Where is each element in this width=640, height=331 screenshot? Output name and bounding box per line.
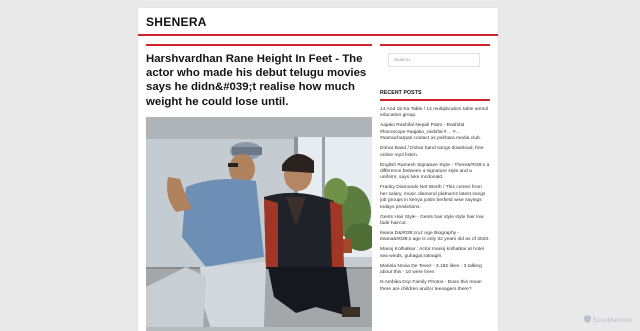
page-container: SHENERA Harshvardhan Rane Height In Feet…: [138, 8, 498, 331]
scanmalware-watermark: ScanMalware: [583, 315, 632, 325]
site-header: SHENERA: [138, 8, 498, 36]
recent-post-link[interactable]: Manoj Kolhatkar : Actor manoj kolhatkar …: [380, 247, 490, 260]
recent-posts-list: 14 And 15 Ka Table / 14 multiplication t…: [380, 107, 490, 293]
photo-illustration: [146, 116, 372, 331]
recent-post-link[interactable]: English Ramesh Signature Style - There&#…: [380, 163, 490, 182]
recent-post-link[interactable]: Aajako Rashifal Nepali Patro - Rashifal …: [380, 123, 490, 142]
site-title[interactable]: SHENERA: [146, 15, 498, 29]
recent-post-link[interactable]: Dohar Band / Dohar band songs download, …: [380, 146, 490, 159]
recent-post-link[interactable]: 14 And 15 Ka Table / 14 multiplication t…: [380, 107, 490, 120]
shield-icon: [583, 315, 591, 325]
recent-post-link[interactable]: N Ambika Dcp Family Photos - Does this m…: [380, 280, 490, 293]
post-featured-image: [146, 116, 372, 331]
recent-post-link[interactable]: Ileana D&#039;cruz Age Biography - Ilean…: [380, 231, 490, 244]
recent-post-link[interactable]: Franky Diamonds Net Worth / This comes f…: [380, 185, 490, 211]
sidebar: SEARCH... RECENT POSTS 14 And 15 Ka Tabl…: [380, 44, 490, 331]
recent-post-link[interactable]: Mariela Novia De Tevez - 3.182 likes · 3…: [380, 264, 490, 277]
search-input[interactable]: SEARCH...: [388, 53, 480, 67]
main-content: Harshvardhan Rane Height In Feet - The a…: [146, 44, 372, 331]
post-title: Harshvardhan Rane Height In Feet - The a…: [146, 53, 367, 108]
recent-post-link[interactable]: Gents Hair Style - Gents hair style styl…: [380, 215, 490, 228]
search-placeholder: SEARCH...: [394, 58, 414, 62]
watermark-text: ScanMalware: [592, 316, 632, 324]
recent-posts-heading: RECENT POSTS: [380, 90, 490, 101]
